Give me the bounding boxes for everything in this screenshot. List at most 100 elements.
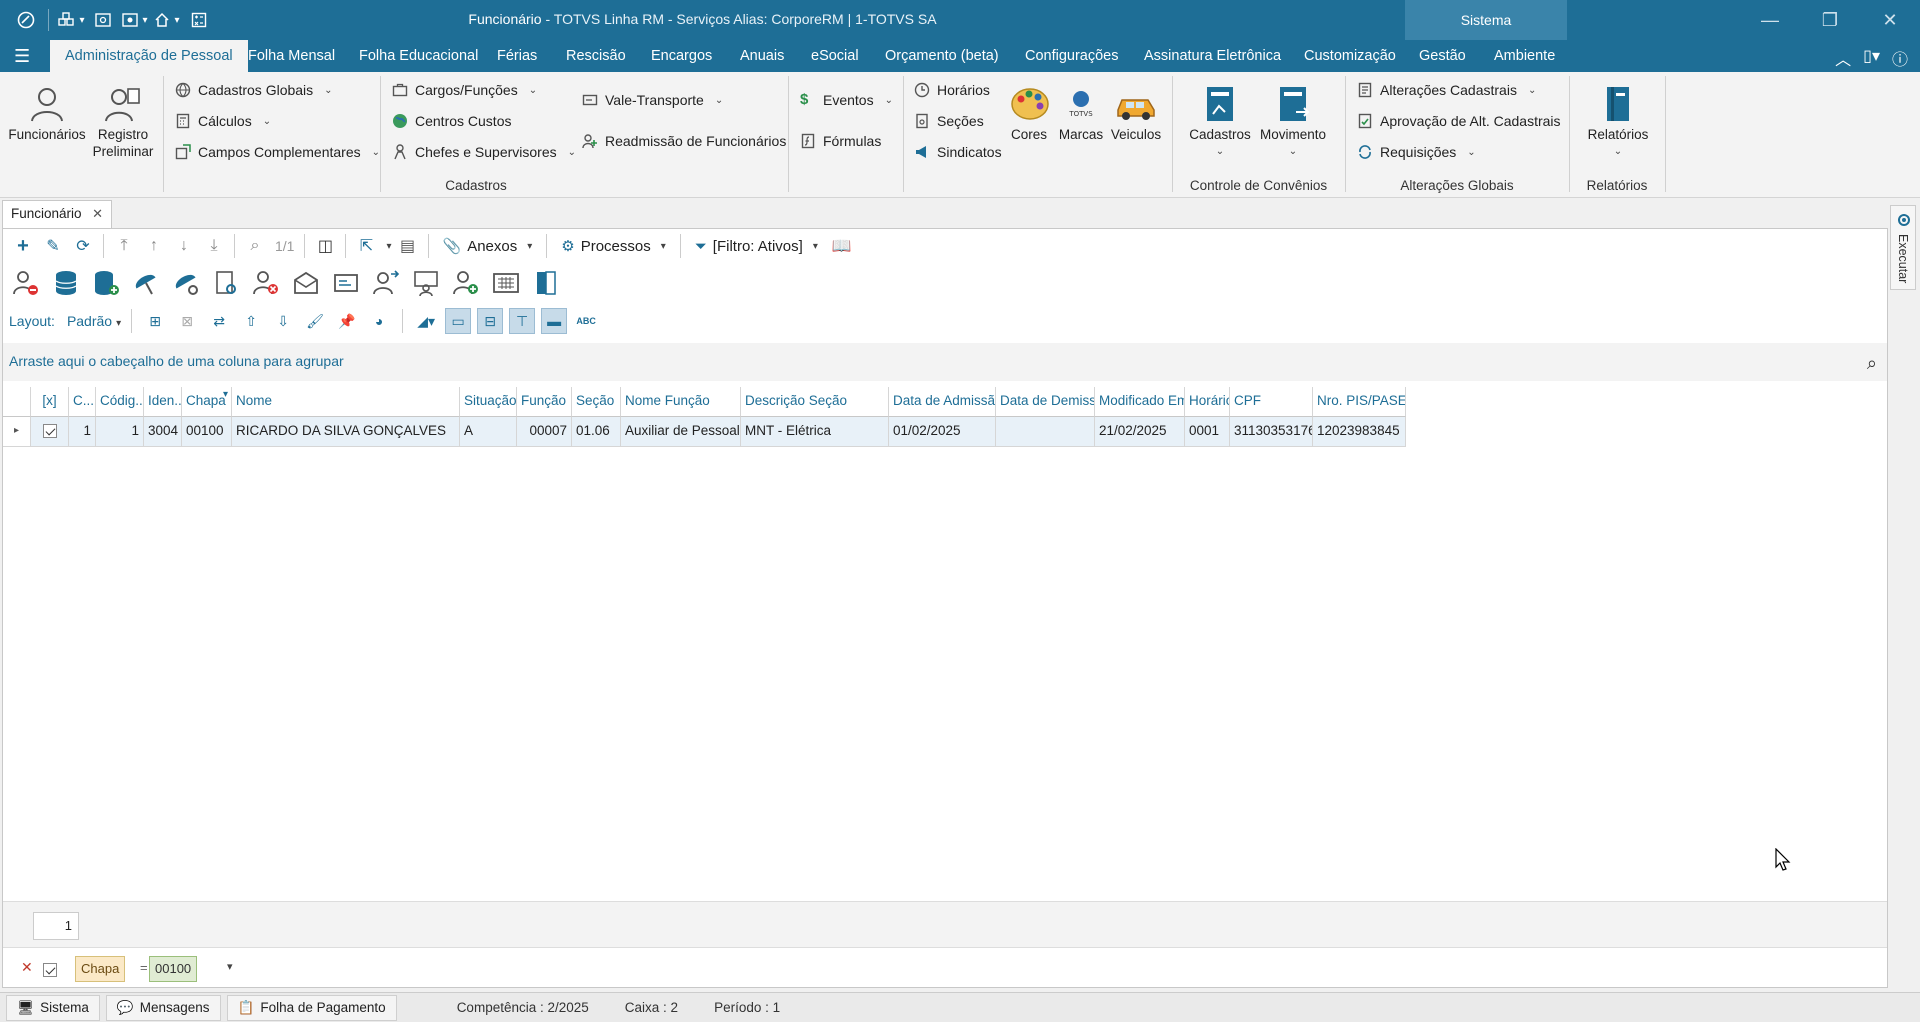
- search-icon[interactable]: ⌕: [241, 232, 269, 260]
- chevron-down-icon[interactable]: ▾: [386, 241, 391, 252]
- col-select-header[interactable]: [x]: [31, 387, 69, 417]
- filter-value[interactable]: 00100: [149, 956, 198, 982]
- status-folha-button[interactable]: 📋 Folha de Pagamento: [226, 994, 397, 1021]
- umbrella-icon[interactable]: [129, 266, 163, 300]
- search-icon[interactable]: ⌕: [1867, 353, 1877, 374]
- col-funcao-header[interactable]: Função: [517, 387, 572, 417]
- menu-esocial[interactable]: eSocial: [796, 40, 874, 72]
- menu-gestao[interactable]: Gestão: [1404, 40, 1481, 72]
- header-panel-icon[interactable]: ⊤: [509, 308, 536, 334]
- col-nome-funcao-header[interactable]: Nome Função: [621, 387, 741, 417]
- edit-icon[interactable]: ✎: [39, 232, 67, 260]
- menu-folha-educacional[interactable]: Folha Educacional: [344, 40, 493, 72]
- table-row[interactable]: ▸ 1 1 3004 00100 RICARDO DA SILVA GONÇAL…: [3, 417, 1406, 447]
- col-c-header[interactable]: C...: [69, 387, 96, 417]
- keyboard-icon[interactable]: [489, 266, 523, 300]
- secoes-button[interactable]: Seções: [914, 113, 984, 129]
- menu-customizacao[interactable]: Customização: [1289, 40, 1411, 72]
- filter-button[interactable]: ⏷ [Filtro: Ativos] ▾: [687, 232, 826, 260]
- paint-icon[interactable]: 🖌: [302, 308, 328, 334]
- sistema-tab[interactable]: Sistema: [1405, 0, 1567, 40]
- executar-panel[interactable]: Executar: [1890, 205, 1916, 290]
- col-data-demissao-header[interactable]: Data de Demissão: [996, 387, 1095, 417]
- status-mensagens-button[interactable]: 💬 Mensagens: [105, 994, 221, 1021]
- relatorios-button[interactable]: Relatórios ⌄: [1578, 84, 1658, 160]
- aprovacao-button[interactable]: Aprovação de Alt. Cadastrais: [1357, 113, 1561, 129]
- col-situacao-header[interactable]: Situação: [460, 387, 517, 417]
- menu-assinatura-eletronica[interactable]: Assinatura Eletrônica: [1129, 40, 1296, 72]
- umbrella-settings-icon[interactable]: [169, 266, 203, 300]
- sindicatos-button[interactable]: Sindicatos: [914, 144, 1002, 160]
- person-board-icon[interactable]: [409, 266, 443, 300]
- col-data-admissao-header[interactable]: Data de Admissão: [889, 387, 996, 417]
- card-icon[interactable]: [329, 266, 363, 300]
- filter-field[interactable]: Chapa: [75, 956, 126, 982]
- chart-icon[interactable]: ◢▾: [413, 308, 439, 334]
- col-horario-header[interactable]: Horário: [1185, 387, 1230, 417]
- menu-anuais[interactable]: Anuais: [725, 40, 799, 72]
- col-secao-header[interactable]: Seção: [572, 387, 621, 417]
- collapse-ribbon-icon[interactable]: ︿: [1835, 46, 1851, 70]
- help-icon[interactable]: ⓘ: [1892, 46, 1908, 70]
- anexos-button[interactable]: 📎 Anexos ▾: [435, 232, 541, 260]
- cadastros-globais-button[interactable]: Cadastros Globais ⌄: [175, 82, 333, 98]
- layout-icon[interactable]: ▯▾: [1863, 46, 1880, 70]
- row-checkbox[interactable]: [31, 417, 69, 447]
- movimento-button[interactable]: Movimento ⌄: [1256, 84, 1330, 160]
- group-by-area[interactable]: Arraste aqui o cabeçalho de uma coluna p…: [3, 343, 1887, 381]
- col-cpf-header[interactable]: CPF: [1230, 387, 1313, 417]
- requisicoes-button[interactable]: Requisições ⌄: [1357, 144, 1476, 160]
- menu-ambiente[interactable]: Ambiente: [1479, 40, 1570, 72]
- book-open-icon[interactable]: [529, 266, 563, 300]
- close-tab-icon[interactable]: ✕: [92, 201, 103, 227]
- restore-icon[interactable]: ❐: [1800, 0, 1860, 40]
- envelope-icon[interactable]: [289, 266, 323, 300]
- clear-filter-icon[interactable]: ✕: [21, 959, 33, 976]
- shapes-icon[interactable]: ◕: [366, 308, 392, 334]
- chefes-supervisores-button[interactable]: Chefes e Supervisores ⌄: [392, 144, 576, 160]
- col-identificador-header[interactable]: Iden...: [144, 387, 182, 417]
- col-chapa-header[interactable]: Chapa ▾: [182, 387, 232, 417]
- refresh-icon[interactable]: ⟳: [69, 232, 97, 260]
- document-icon[interactable]: ▤: [394, 232, 422, 260]
- campos-complementares-button[interactable]: Campos Complementares ⌄: [175, 144, 380, 160]
- last-record-icon[interactable]: ⤓: [200, 232, 228, 260]
- tab-funcionario[interactable]: Funcionário ✕: [2, 200, 112, 228]
- vale-transporte-button[interactable]: Vale-Transporte ⌄: [582, 92, 723, 108]
- menu-orcamento[interactable]: Orçamento (beta): [870, 40, 1014, 72]
- status-sistema-button[interactable]: 🖥 Sistema: [6, 994, 100, 1021]
- delete-layout-icon[interactable]: ⊠: [174, 308, 200, 334]
- spellcheck-icon[interactable]: ABC: [573, 308, 599, 334]
- remove-person-icon[interactable]: [9, 266, 43, 300]
- minimize-icon[interactable]: —: [1740, 0, 1800, 40]
- col-codigo-header[interactable]: Códig...: [96, 387, 144, 417]
- pin-icon[interactable]: 📌: [334, 308, 360, 334]
- menu-administracao-pessoal[interactable]: Administração de Pessoal: [50, 40, 248, 72]
- col-descricao-secao-header[interactable]: Descrição Seção: [741, 387, 889, 417]
- dismiss-person-icon[interactable]: [249, 266, 283, 300]
- formulas-button[interactable]: Fórmulas: [800, 133, 881, 149]
- filter-history-dropdown[interactable]: ▾: [227, 960, 233, 973]
- export-layout-icon[interactable]: ⇧: [238, 308, 264, 334]
- database-icon[interactable]: [49, 266, 83, 300]
- marcas-button[interactable]: TOTVS Marcas: [1056, 84, 1106, 143]
- footer-panel-icon[interactable]: ▭: [445, 308, 472, 334]
- registro-preliminar-button[interactable]: Registro Preliminar: [88, 84, 158, 160]
- funcionarios-button[interactable]: Funcionários: [6, 84, 88, 143]
- import-layout-icon[interactable]: ⇩: [270, 308, 296, 334]
- layout-select[interactable]: Padrão ▾: [67, 313, 121, 329]
- horarios-button[interactable]: Horários: [914, 82, 990, 98]
- save-layout-icon[interactable]: ⇄: [206, 308, 232, 334]
- database-add-icon[interactable]: [89, 266, 123, 300]
- previous-record-icon[interactable]: ↑: [140, 232, 168, 260]
- processos-button[interactable]: ⚙ Processos ▾: [553, 232, 674, 260]
- col-pis-header[interactable]: Nro. PIS/PASEP: [1313, 387, 1406, 417]
- add-icon[interactable]: +: [9, 232, 37, 260]
- cargos-funcoes-button[interactable]: Cargos/Funções ⌄: [392, 82, 537, 98]
- col-nome-header[interactable]: Nome: [232, 387, 460, 417]
- first-record-icon[interactable]: ⤒: [110, 232, 138, 260]
- export-icon[interactable]: ⇱: [352, 232, 380, 260]
- veiculos-button[interactable]: Veiculos: [1110, 84, 1162, 143]
- columns-icon[interactable]: ◫: [311, 232, 339, 260]
- menu-folha-mensal[interactable]: Folha Mensal: [233, 40, 350, 72]
